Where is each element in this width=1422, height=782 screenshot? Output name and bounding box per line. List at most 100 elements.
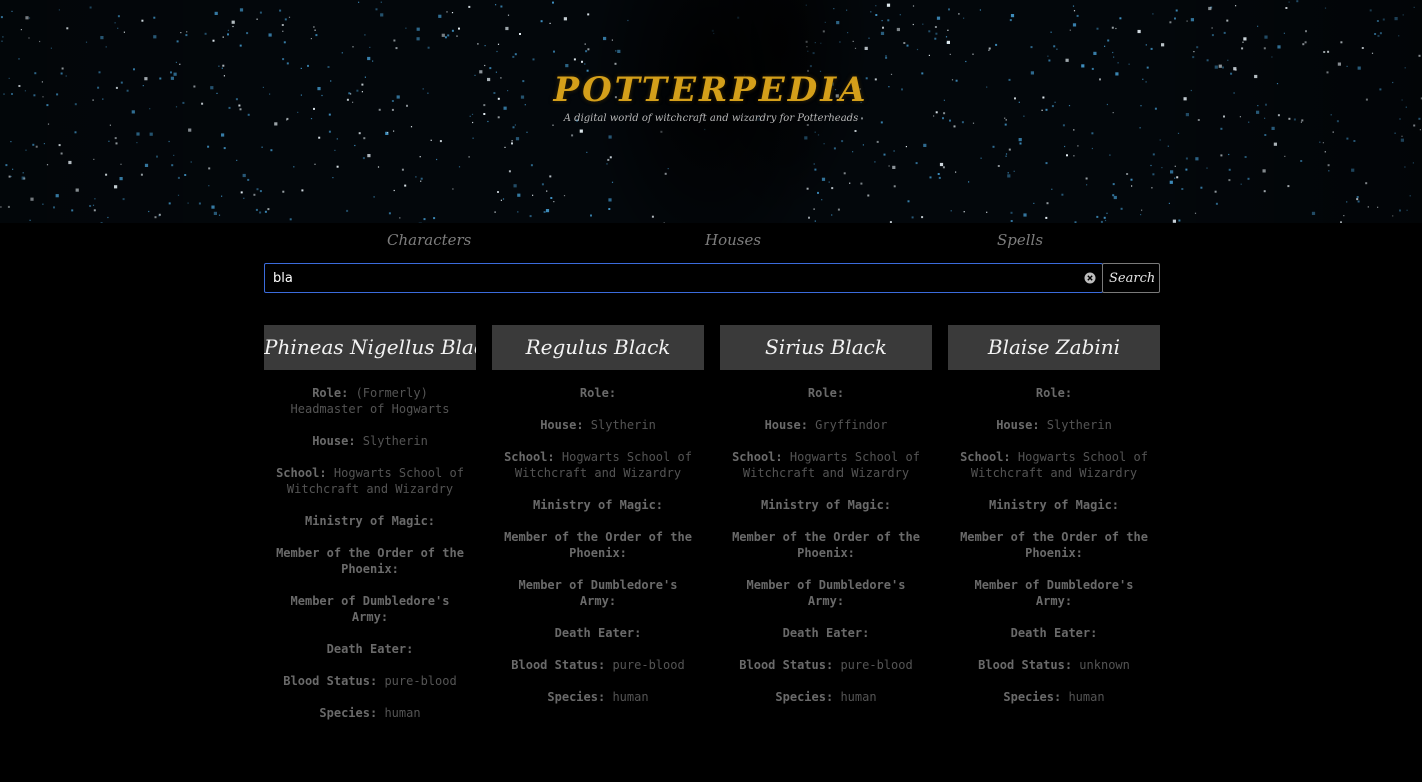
field-colon: : [1064,386,1073,400]
field-death-eater: Death Eater: [504,625,692,641]
field-value: human [840,690,877,704]
field-colon: : [319,466,327,480]
nav-spells[interactable]: Spells [997,231,1043,249]
field-label: Species [547,690,598,704]
field-ministry: Ministry of Magic: [732,497,920,513]
field-label: Role [579,386,609,400]
field-colon: : [547,450,555,464]
field-label: Member of the Order of the Phoenix [276,546,464,576]
character-details: Role: House: Slytherin School: Hogwarts S… [948,370,1160,705]
character-card: Phineas Nigellus Black Role: (Formerly) H… [264,325,476,737]
field-order: Member of the Order of the Phoenix: [732,529,920,561]
field-colon: : [1090,626,1098,640]
field-role: Role: [504,385,692,401]
field-label: School [504,450,548,464]
field-label: Member of the Order of the Phoenix [732,530,920,560]
nav-houses[interactable]: Houses [705,231,761,249]
site-logo[interactable]: POTTERPEDIA [0,70,1422,110]
field-label: Role [312,386,342,400]
search-button[interactable]: Search [1102,263,1160,293]
field-army: Member of Dumbledore's Army: [504,577,692,609]
character-details: Role: House: Gryffindor School: Hogwarts … [720,370,932,705]
character-card: Regulus Black Role: House: Slytherin Schoo… [492,325,704,721]
field-house: House: Slytherin [504,417,692,433]
field-label: Role [807,386,837,400]
field-blood: Blood Status: pure-blood [504,657,692,673]
character-name[interactable]: Sirius Black [720,325,932,370]
field-value: human [612,690,649,704]
field-role: Role: (Formerly) Headmaster of Hogwarts [276,385,464,417]
field-label: Member of Dumbledore's Army [290,594,450,624]
field-value: Slytherin [362,434,428,448]
field-school: School: Hogwarts School of Witchcraft an… [732,449,920,481]
field-colon: : [608,594,617,608]
field-colon: : [391,562,399,576]
field-label: Death Eater [554,626,635,640]
field-colon: : [576,418,584,432]
character-name[interactable]: Regulus Black [492,325,704,370]
field-species: Species: human [960,689,1148,705]
field-label: Member of the Order of the Phoenix [504,530,692,560]
character-name[interactable]: Blaise Zabini [948,325,1160,370]
field-colon: : [348,434,356,448]
field-value: Slytherin [1046,418,1112,432]
field-label: House [996,418,1033,432]
field-colon: : [634,626,642,640]
field-colon: : [1064,658,1073,672]
clear-icon[interactable] [1084,272,1096,284]
field-school: School: Hogwarts School of Witchcraft an… [504,449,692,481]
field-colon: : [1032,418,1040,432]
field-blood: Blood Status: pure-blood [732,657,920,673]
field-colon: : [369,706,378,720]
field-colon: : [775,450,783,464]
nav-characters[interactable]: Characters [387,231,471,249]
field-label: Blood Status [739,658,826,672]
field-ministry: Ministry of Magic: [504,497,692,513]
field-label: Ministry of Magic [532,498,656,512]
field-value: unknown [1079,658,1130,672]
field-label: Member of Dumbledore's Army [746,578,906,608]
field-value: pure-blood [384,674,457,688]
field-colon: : [619,546,627,560]
field-label: House [312,434,349,448]
field-school: School: Hogwarts School of Witchcraft an… [276,465,464,497]
field-death-eater: Death Eater: [960,625,1148,641]
field-value: human [384,706,421,720]
character-details: Role: House: Slytherin School: Hogwarts S… [492,370,704,705]
character-name[interactable]: Phineas Nigellus Black [264,325,476,370]
hero-shadow [0,0,1422,223]
field-label: Death Eater [1010,626,1091,640]
field-colon: : [883,498,892,512]
field-colon: : [836,594,845,608]
character-details: Role: (Formerly) Headmaster of Hogwarts H… [264,370,476,721]
field-colon: : [800,418,808,432]
field-species: Species: human [732,689,920,705]
field-army: Member of Dumbledore's Army: [960,577,1148,609]
field-label: Ministry of Magic [760,498,884,512]
field-colon: : [406,642,414,656]
field-army: Member of Dumbledore's Army: [732,577,920,609]
field-label: Blood Status [283,674,370,688]
field-label: House [540,418,577,432]
field-colon: : [1064,594,1073,608]
field-colon: : [825,658,834,672]
field-label: Blood Status [511,658,598,672]
field-colon: : [655,498,664,512]
field-label: House [764,418,801,432]
field-label: Species [319,706,370,720]
field-order: Member of the Order of the Phoenix: [276,545,464,577]
field-ministry: Ministry of Magic: [960,497,1148,513]
field-label: Member of the Order of the Phoenix [960,530,1148,560]
field-order: Member of the Order of the Phoenix: [960,529,1148,561]
field-label: Member of Dumbledore's Army [518,578,678,608]
field-colon: : [1003,450,1011,464]
field-house: House: Slytherin [276,433,464,449]
site-tagline: A digital world of witchcraft and wizard… [563,113,859,124]
character-card: Sirius Black Role: House: Gryffindor Schoo… [720,325,932,721]
search-input[interactable] [264,263,1103,293]
search-bar: Search [264,263,1160,293]
field-colon: : [369,674,378,688]
field-label: Species [775,690,826,704]
field-species: Species: human [276,705,464,721]
field-value: pure-blood [612,658,685,672]
